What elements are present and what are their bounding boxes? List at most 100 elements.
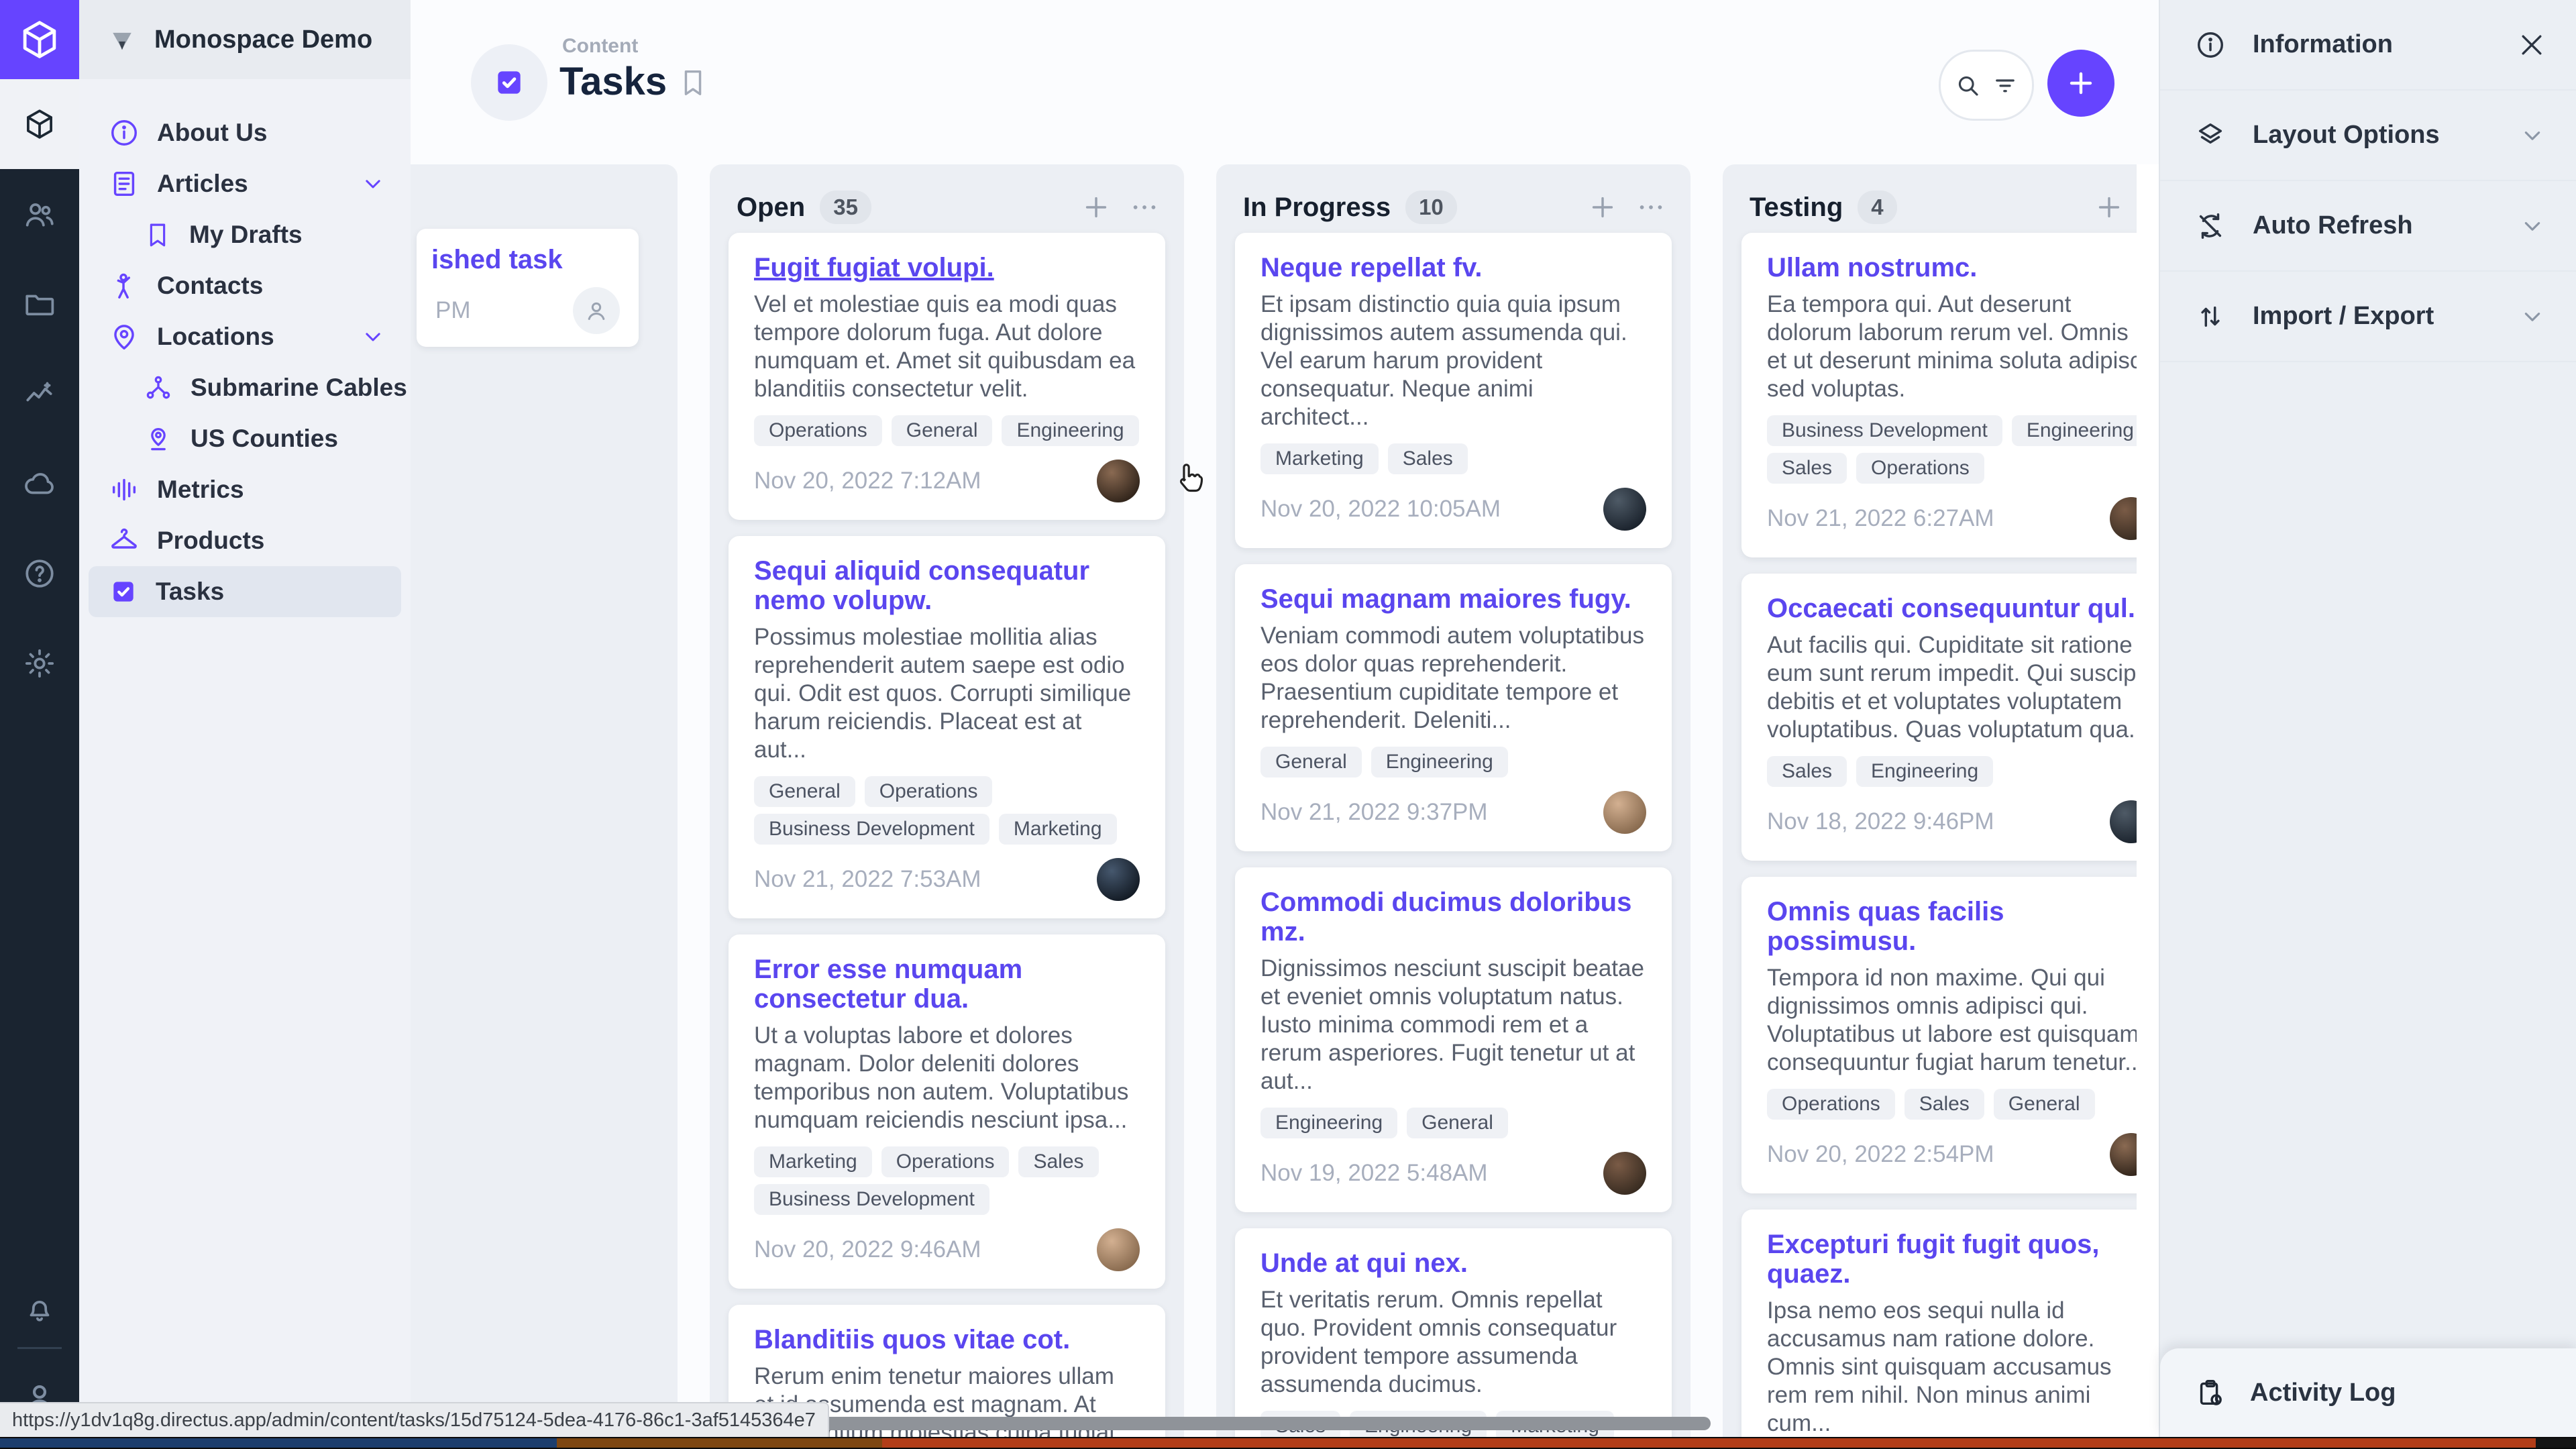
chevron-down-icon[interactable]	[2518, 121, 2546, 150]
bell-icon	[23, 1291, 56, 1325]
task-card[interactable]: Excepturi fugit fugit quos, quaez. Ipsa …	[1741, 1210, 2178, 1449]
module-insights[interactable]	[0, 349, 79, 439]
task-title[interactable]: Fugit fugiat volupi.	[754, 253, 1140, 282]
tag-chip: General	[754, 776, 855, 807]
task-card[interactable]: ished task PM	[417, 229, 639, 347]
bookmark-icon[interactable]	[678, 67, 708, 98]
task-title[interactable]: Excepturi fugit fugit quos, quaez.	[1767, 1230, 2153, 1289]
sidebar-section-import-export[interactable]: Import / Export	[2160, 272, 2576, 362]
column-add-button[interactable]	[2094, 192, 2125, 223]
column-menu-button[interactable]	[1635, 192, 1666, 223]
task-tags: MarketingSales	[1260, 443, 1646, 474]
search-filter-control[interactable]	[1939, 50, 2034, 121]
nav-label: Locations	[157, 323, 274, 351]
nav-item-contacts[interactable]: Contacts	[79, 260, 411, 311]
tag-chip: Engineering	[1260, 1108, 1397, 1138]
task-description: Dignissimos nesciunt suscipit beatae et …	[1260, 955, 1646, 1095]
module-settings[interactable]	[0, 619, 79, 708]
chart-icon	[23, 377, 56, 411]
map-pin-underline-icon	[144, 424, 173, 453]
tag-chip: Marketing	[1260, 443, 1379, 474]
task-title[interactable]: Error esse numquam consectetur dua.	[754, 955, 1140, 1014]
nav-label: Submarine Cables	[191, 374, 407, 402]
nav-item-products[interactable]: Products	[79, 515, 411, 566]
sidebar-section-auto-refresh[interactable]: Auto Refresh	[2160, 181, 2576, 272]
task-title[interactable]: Ullam nostrumc.	[1767, 253, 2153, 282]
activity-log-button[interactable]: Activity Log	[2160, 1348, 2576, 1437]
module-content[interactable]	[0, 79, 79, 169]
task-card[interactable]: Error esse numquam consectetur dua. Ut a…	[729, 934, 1165, 1289]
cloud-icon	[23, 467, 56, 500]
chevron-down-icon[interactable]	[2518, 303, 2546, 331]
horizontal-scrollbar-thumb[interactable]	[814, 1417, 1711, 1430]
nav-label: Tasks	[156, 578, 224, 606]
task-card[interactable]: Omnis quas facilis possimusu. Tempora id…	[1741, 877, 2178, 1193]
task-card[interactable]: Occaecati consequuntur qul. Aut facilis …	[1741, 574, 2178, 861]
task-title[interactable]: Unde at qui nex.	[1260, 1248, 1646, 1278]
directus-logo-icon[interactable]	[0, 0, 79, 79]
tag-chip: Engineering	[2012, 415, 2149, 446]
task-title[interactable]: Sequi aliquid consequatur nemo volupw.	[754, 556, 1140, 615]
placeholder-avatar-icon	[573, 287, 620, 334]
nav-item-locations[interactable]: Locations	[79, 311, 411, 362]
sidebar-section-information[interactable]: Information	[2160, 0, 2576, 91]
nav-item-my-drafts[interactable]: My Drafts	[79, 209, 411, 260]
module-bar-divider	[17, 1347, 62, 1349]
filter-icon[interactable]	[1991, 71, 2019, 99]
task-card[interactable]: Unde at qui nex. Et veritatis rerum. Omn…	[1235, 1228, 1672, 1449]
task-title[interactable]: Neque repellat fv.	[1260, 253, 1646, 282]
right-sidebar: Information Layout Options Auto Refresh …	[2159, 0, 2576, 1449]
task-title[interactable]: Occaecati consequuntur qul.	[1767, 594, 2153, 623]
chevron-down-icon[interactable]	[360, 323, 386, 350]
task-title[interactable]: Sequi magnam maiores fugy.	[1260, 584, 1646, 614]
page-header: Content Tasks	[411, 0, 2159, 164]
nav-item-us-counties[interactable]: US Counties	[79, 413, 411, 464]
task-date: Nov 20, 2022 9:46AM	[754, 1236, 981, 1263]
module-docs[interactable]	[0, 529, 79, 619]
search-icon[interactable]	[1953, 71, 1982, 99]
column-title: Testing	[1750, 193, 1843, 223]
sidebar-section-label: Layout Options	[2253, 121, 2440, 150]
task-card[interactable]: Sequi magnam maiores fugy. Veniam commod…	[1235, 564, 1672, 851]
tag-chip: Business Development	[754, 1184, 989, 1215]
module-cloud[interactable]	[0, 439, 79, 529]
notifications-button[interactable]	[0, 1276, 79, 1340]
nav-item-metrics[interactable]: Metrics	[79, 464, 411, 515]
tag-chip: Sales	[1018, 1146, 1098, 1177]
module-file-library[interactable]	[0, 259, 79, 349]
tag-chip: Business Development	[754, 814, 989, 845]
column-add-button[interactable]	[1081, 192, 1112, 223]
chevron-down-icon[interactable]	[360, 170, 386, 197]
task-title[interactable]: ished task	[431, 245, 620, 275]
nav-item-articles[interactable]: Articles	[79, 158, 411, 209]
nav-item-tasks[interactable]: Tasks	[89, 566, 401, 617]
tag-chip: General	[1407, 1108, 1508, 1138]
info-icon	[109, 117, 140, 148]
task-tags: GeneralEngineering	[1260, 747, 1646, 777]
tag-chip: Operations	[754, 415, 882, 446]
tag-chip: Operations	[1856, 453, 1984, 484]
task-title[interactable]: Commodi ducimus doloribus mz.	[1260, 888, 1646, 947]
task-title[interactable]: Omnis quas facilis possimusu.	[1767, 897, 2153, 956]
close-icon[interactable]	[2517, 30, 2546, 60]
breadcrumb[interactable]: Content	[562, 35, 638, 58]
module-user-directory[interactable]	[0, 169, 79, 259]
recording-progress-strip	[0, 1437, 2576, 1449]
task-card[interactable]: Fugit fugiat volupi. Vel et molestiae qu…	[729, 233, 1165, 520]
task-title[interactable]: Blanditiis quos vitae cot.	[754, 1325, 1140, 1354]
sidebar-section-layout-options[interactable]: Layout Options	[2160, 91, 2576, 181]
task-card[interactable]: Commodi ducimus doloribus mz. Dignissimo…	[1235, 867, 1672, 1212]
import-export-icon	[2195, 301, 2226, 332]
collection-icon-badge	[471, 44, 547, 121]
column-menu-button[interactable]	[1129, 192, 1160, 223]
nav-item-submarine-cables[interactable]: Submarine Cables	[79, 362, 411, 413]
nav-item-about-us[interactable]: About Us	[79, 107, 411, 158]
project-header[interactable]: Monospace Demo	[79, 0, 411, 79]
task-card[interactable]: Sequi aliquid consequatur nemo volupw. P…	[729, 536, 1165, 918]
task-card[interactable]: Neque repellat fv. Et ipsam distinctio q…	[1235, 233, 1672, 548]
chevron-down-icon[interactable]	[2518, 212, 2546, 240]
task-card[interactable]: Ullam nostrumc. Ea tempora qui. Aut dese…	[1741, 233, 2178, 557]
hanger-icon	[109, 525, 140, 556]
column-add-button[interactable]	[1587, 192, 1618, 223]
add-item-button[interactable]	[2047, 50, 2114, 117]
